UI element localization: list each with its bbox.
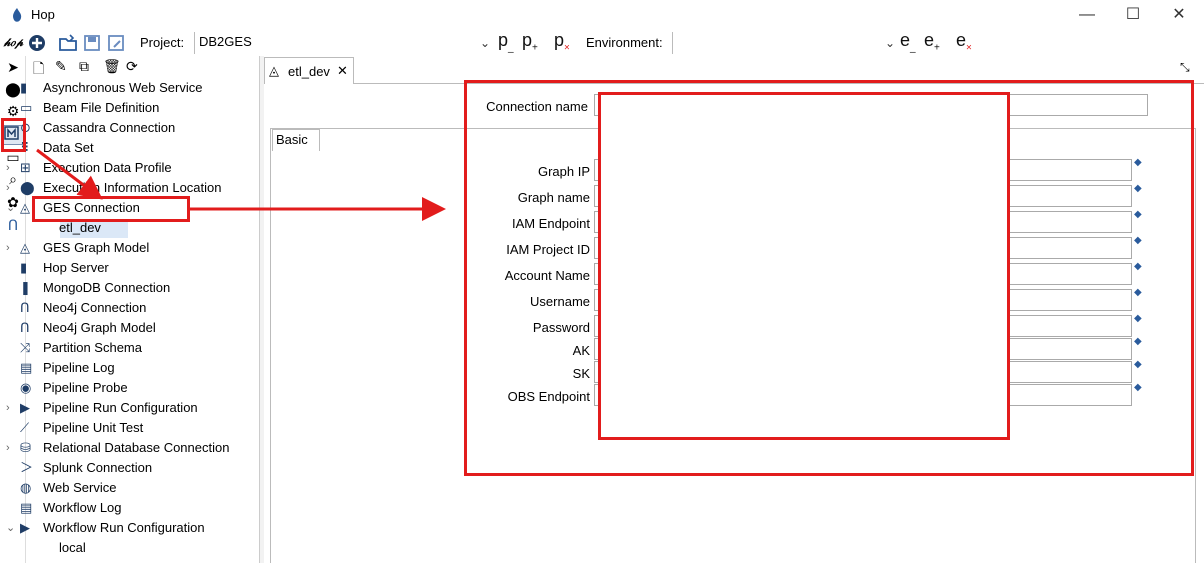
annotation-arrows [36, 148, 446, 221]
arrow-to-ges-connection [36, 148, 103, 200]
